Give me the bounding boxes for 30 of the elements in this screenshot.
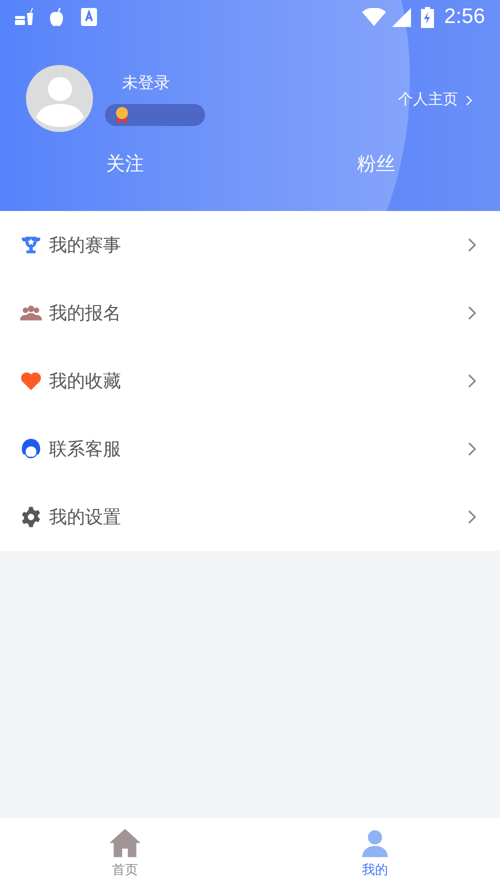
menu-item[interactable]: 我的收藏 — [0, 347, 500, 415]
menu-item[interactable]: 联系客服 — [0, 415, 500, 483]
menu-label: 我的收藏 — [49, 370, 121, 392]
menu-item[interactable]: 我的赛事 — [0, 211, 500, 279]
wifi-icon — [362, 8, 386, 26]
heart-icon — [20, 370, 42, 392]
menu-item[interactable]: 我的设置 — [0, 483, 500, 551]
trophy-icon — [20, 234, 42, 256]
chevron-right-icon — [468, 442, 476, 456]
battery-icon — [421, 6, 434, 28]
chevron-right-icon — [468, 306, 476, 320]
menu-label: 我的设置 — [49, 506, 121, 528]
food-notification-icon — [15, 8, 35, 26]
tab-item[interactable]: 我的 — [250, 818, 500, 888]
chevron-right-icon — [468, 510, 476, 524]
settings-icon — [20, 506, 42, 528]
medal-icon — [115, 106, 129, 124]
username: 未登录 — [122, 74, 171, 94]
menu-label: 联系客服 — [49, 438, 121, 460]
support-person-icon — [20, 438, 42, 460]
translate-app-icon — [81, 8, 97, 26]
chevron-right-icon — [468, 238, 476, 252]
chevron-right-icon — [466, 95, 472, 106]
chevron-right-icon — [468, 374, 476, 388]
menu-label: 我的赛事 — [49, 234, 121, 256]
signal-icon — [392, 8, 412, 26]
clock-time: 2:56 — [444, 4, 485, 30]
menu-label: 我的报名 — [49, 302, 121, 324]
menu-item[interactable]: 我的报名 — [0, 279, 500, 347]
avatar-placeholder — [26, 65, 93, 132]
